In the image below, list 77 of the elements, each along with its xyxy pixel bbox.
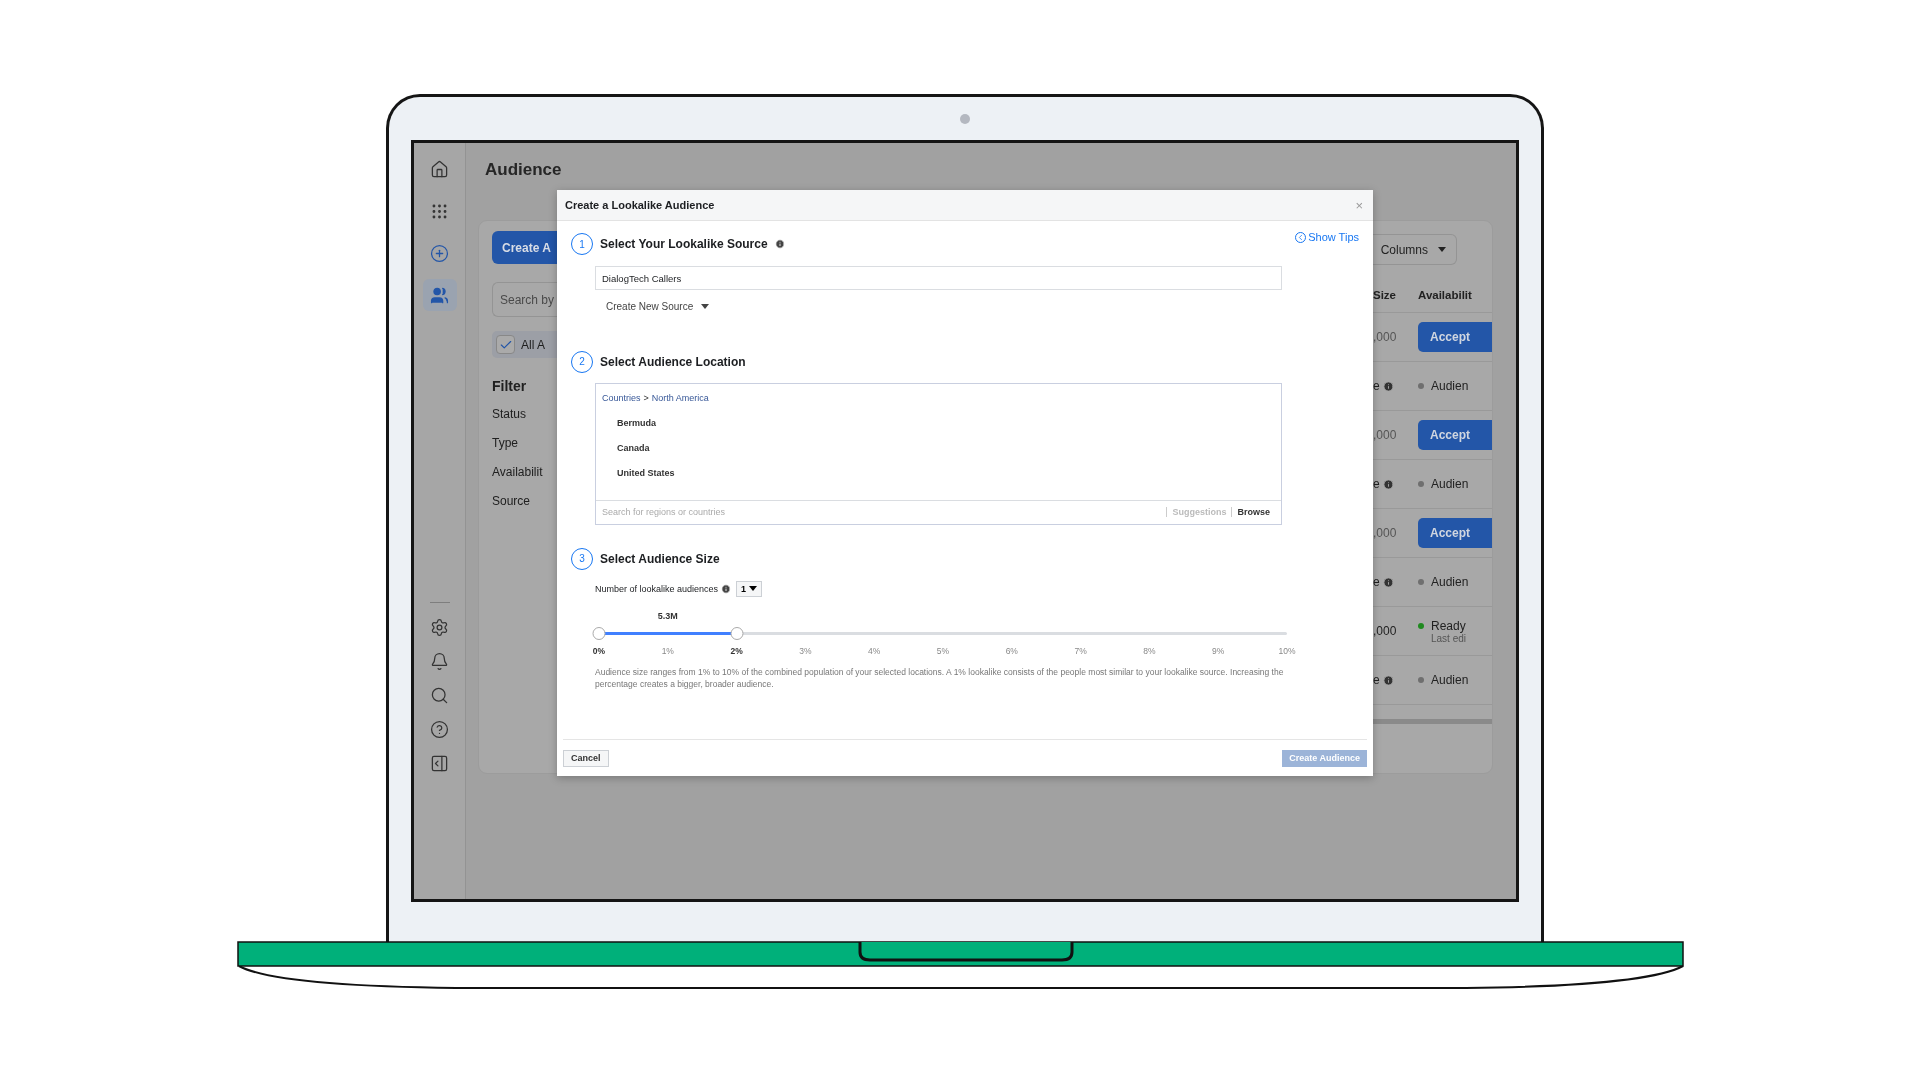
breadcrumb-separator: > <box>643 392 649 405</box>
tick-label: 8% <box>1142 645 1157 656</box>
table-cell-text: ,000 <box>1373 526 1398 540</box>
settings-icon <box>430 617 449 637</box>
table-cell-text: ,000 <box>1373 330 1398 344</box>
scrollbar[interactable] <box>1373 719 1492 724</box>
column-header: Availabilit <box>1418 288 1473 301</box>
tick-label: 7% <box>1073 645 1088 656</box>
status-text: Audien <box>1431 673 1470 687</box>
status-text: Audien <box>1431 477 1470 491</box>
tick-label: 0% <box>591 645 607 656</box>
tick-label: 4% <box>867 645 882 656</box>
step-title: Select Audience Size <box>600 551 720 566</box>
status-text: Audien <box>1431 575 1470 589</box>
table-cell: e <box>1373 477 1380 491</box>
location-item[interactable]: Canada <box>617 442 1275 455</box>
count-label: Number of lookalike audiences <box>595 583 719 594</box>
home-icon <box>430 159 449 179</box>
panel-icon <box>430 753 449 773</box>
camera-dot <box>960 114 970 124</box>
create-button[interactable]: Create A <box>492 231 557 264</box>
range-label: 5.3M <box>657 610 678 621</box>
select-all-row[interactable]: All A <box>492 331 557 358</box>
info-icon <box>721 583 732 594</box>
size-description: Audience size ranges from 1% to 10% of the combined population of your selected locations. A 1% lookalike consists of the people most similar to your lookalike source. Increasing the percentage creates a bigger, broader audience. <box>595 665 1285 690</box>
count-dropdown[interactable]: 1 <box>736 580 763 597</box>
source-field[interactable]: DialogTech Callers <box>595 266 1282 290</box>
tick-label: 5% <box>935 645 951 656</box>
accept-button[interactable]: Accept <box>1418 420 1492 450</box>
location-tab[interactable]: Browse <box>1231 507 1275 517</box>
slider-handle[interactable] <box>730 627 744 640</box>
table-cell: e <box>1373 673 1380 687</box>
filter-item[interactable]: Source <box>492 494 531 510</box>
filter-item[interactable]: Status <box>492 407 527 423</box>
slider-handle[interactable] <box>592 627 606 640</box>
status-note: Last edi <box>1431 632 1468 644</box>
table-cell-text: ,000 <box>1373 428 1398 442</box>
status-text: Audien <box>1431 379 1470 393</box>
step-title: Select Audience Location <box>600 354 746 369</box>
tick-label: 2% <box>729 645 744 656</box>
caret-icon <box>1438 247 1446 252</box>
help-icon <box>430 719 449 739</box>
cancel-button[interactable]: Cancel <box>563 749 609 767</box>
breadcrumb-link[interactable]: North America <box>651 392 709 405</box>
table-cell: e <box>1373 575 1380 589</box>
column-header: Size <box>1373 288 1397 301</box>
people-icon <box>430 285 449 305</box>
accept-button[interactable]: Accept <box>1418 518 1492 548</box>
breadcrumb-link[interactable]: Countries <box>602 392 641 405</box>
status-text: Ready <box>1431 618 1467 633</box>
tick-label: 6% <box>1004 645 1019 656</box>
create-source-dropdown[interactable]: Create New Source <box>606 299 710 313</box>
filter-title: Filter <box>492 378 527 394</box>
info-icon <box>774 239 785 249</box>
caret-icon <box>701 303 710 309</box>
tick-label: 1% <box>660 645 675 656</box>
location-item[interactable]: United States <box>617 467 1275 480</box>
checkbox[interactable] <box>496 335 515 354</box>
page-title: Audience <box>485 160 563 180</box>
caret-icon <box>749 586 758 591</box>
sidebar-item[interactable] <box>422 279 457 311</box>
table-cell: ,000 <box>1373 624 1397 638</box>
search-icon <box>430 685 449 705</box>
filter-item[interactable]: Availabilit <box>492 465 543 481</box>
tick-label: 3% <box>798 645 813 656</box>
checkbox-label: All A <box>521 337 545 352</box>
filter-item[interactable]: Type <box>492 436 518 452</box>
plus-circle-icon <box>430 243 449 263</box>
location-item[interactable]: Bermuda <box>617 417 1275 430</box>
bell-icon <box>430 651 449 671</box>
tick-label: 9% <box>1211 645 1226 656</box>
step-title: Select Your Lookalike Source <box>600 237 768 251</box>
table-cell: e <box>1373 379 1380 393</box>
accept-button[interactable]: Accept <box>1418 322 1492 352</box>
show-tips-link[interactable]: Show Tips <box>1295 231 1359 243</box>
tick-label: 10% <box>1277 645 1297 656</box>
dialog-title: Create a Lookalike Audience <box>565 199 715 211</box>
